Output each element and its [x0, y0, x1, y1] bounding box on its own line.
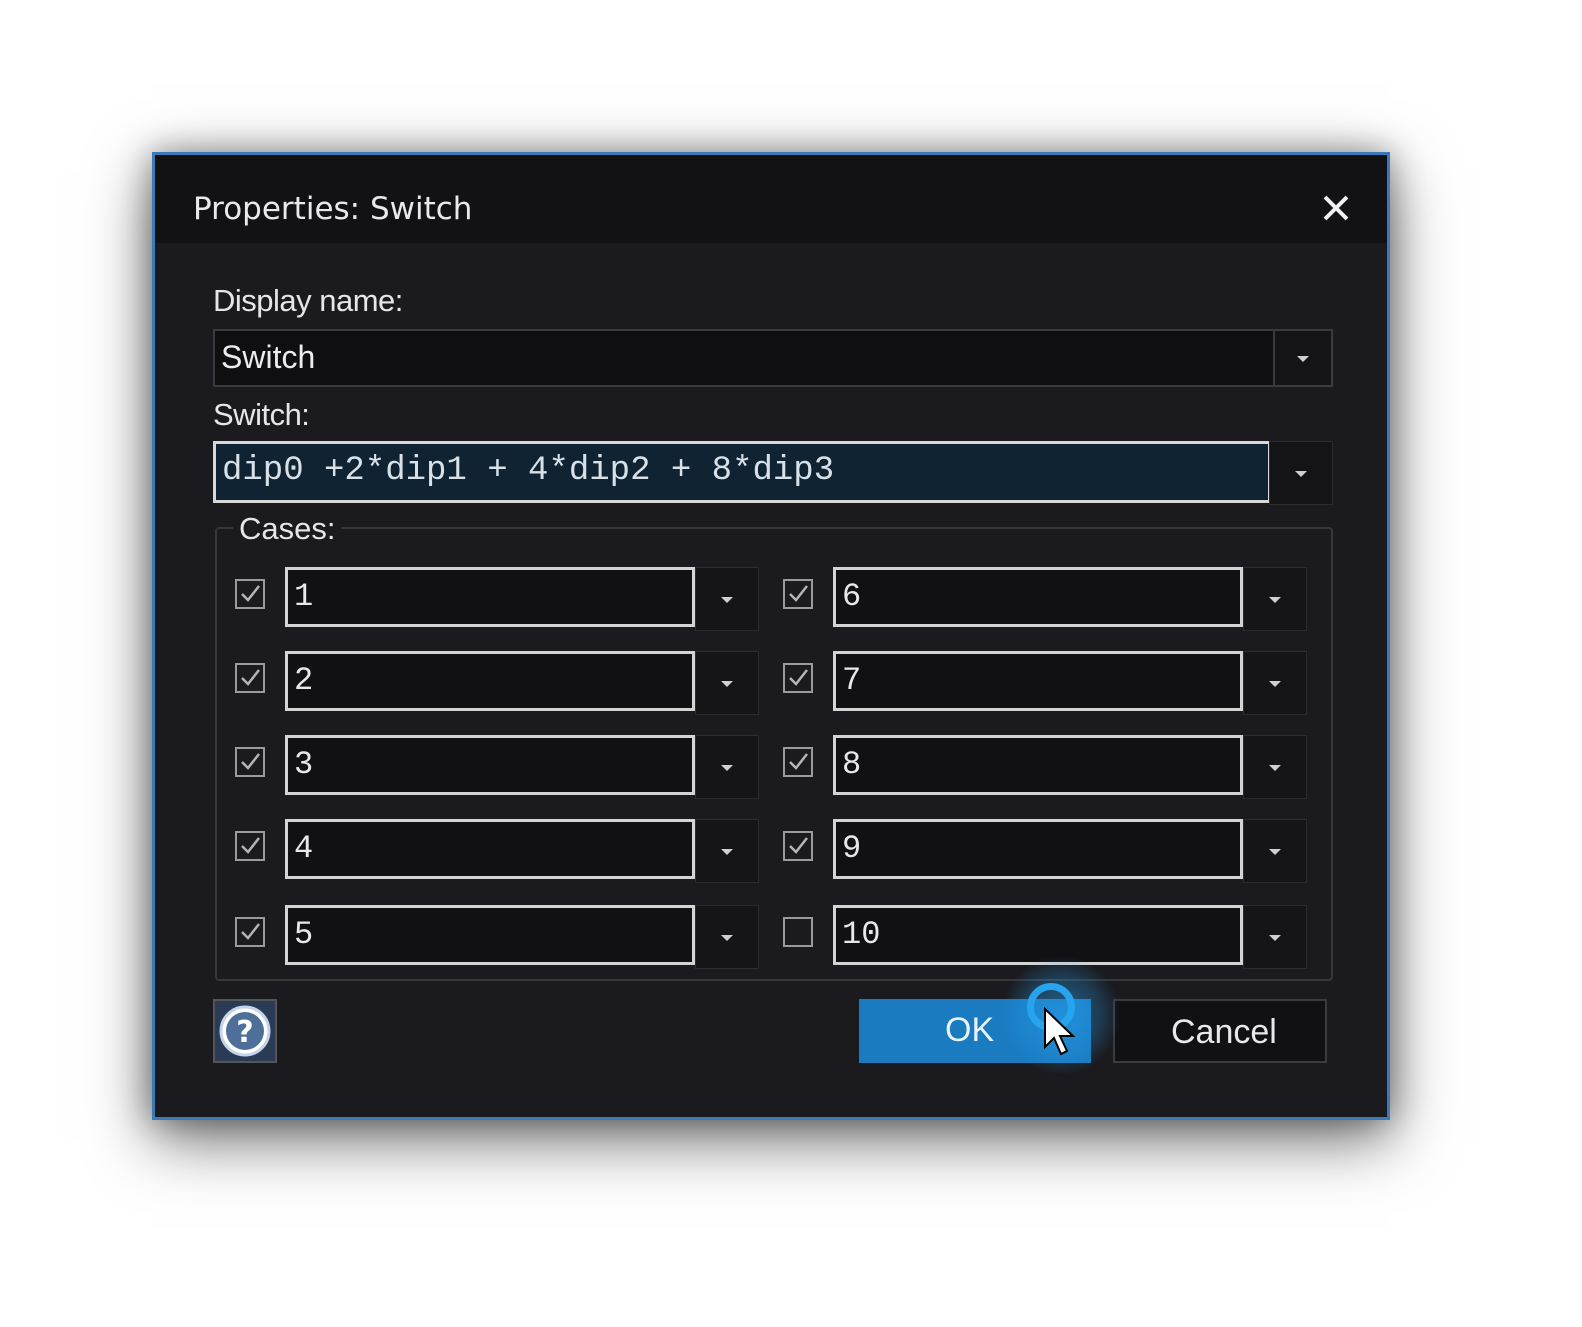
case-dropdown-button[interactable] — [695, 567, 759, 631]
case-dropdown-button[interactable] — [695, 735, 759, 799]
case-dropdown-button[interactable] — [1243, 735, 1307, 799]
case-value-input[interactable]: 9 — [833, 819, 1243, 879]
switch-expression-input[interactable]: dip0 +2*dip1 + 4*dip2 + 8*dip3 — [213, 441, 1271, 503]
switch-label: Switch: — [213, 397, 310, 432]
case-value-input[interactable]: 10 — [833, 905, 1243, 965]
chevron-down-icon — [721, 597, 733, 603]
case-value: 9 — [842, 830, 862, 867]
case-value-input[interactable]: 4 — [285, 819, 695, 879]
case-dropdown-button[interactable] — [1243, 651, 1307, 715]
case-checkbox[interactable] — [783, 579, 813, 609]
case-dropdown-button[interactable] — [695, 651, 759, 715]
chevron-down-icon — [1269, 681, 1281, 687]
case-dropdown-button[interactable] — [1243, 819, 1307, 883]
case-value: 1 — [294, 578, 314, 615]
case-value: 2 — [294, 662, 314, 699]
chevron-down-icon — [1269, 935, 1281, 941]
case-value-input[interactable]: 8 — [833, 735, 1243, 795]
case-value: 3 — [294, 746, 314, 783]
cancel-button[interactable]: Cancel — [1113, 999, 1327, 1063]
checkmark-icon — [241, 837, 260, 854]
ok-button-label: OK — [945, 1011, 995, 1049]
case-value-input[interactable]: 7 — [833, 651, 1243, 711]
chevron-down-icon — [1269, 597, 1281, 603]
chevron-down-icon — [721, 681, 733, 687]
case-dropdown-button[interactable] — [1243, 567, 1307, 631]
switch-dropdown-button[interactable] — [1269, 441, 1333, 505]
display-name-dropdown-button[interactable] — [1273, 331, 1331, 385]
checkmark-icon — [789, 669, 808, 686]
case-value: 4 — [294, 830, 314, 867]
ok-button[interactable]: OK — [859, 999, 1091, 1063]
checkmark-icon — [789, 753, 808, 770]
help-icon: ? — [219, 1005, 271, 1057]
chevron-down-icon — [721, 765, 733, 771]
case-checkbox[interactable] — [783, 917, 813, 947]
dialog-title: Properties: Switch — [193, 191, 473, 227]
case-value-input[interactable]: 1 — [285, 567, 695, 627]
case-value: 8 — [842, 746, 862, 783]
checkmark-icon — [241, 585, 260, 602]
checkmark-icon — [241, 753, 260, 770]
case-checkbox[interactable] — [235, 579, 265, 609]
switch-expression-value: dip0 +2*dip1 + 4*dip2 + 8*dip3 — [222, 452, 835, 490]
display-name-value: Switch — [221, 339, 316, 375]
case-value-input[interactable]: 5 — [285, 905, 695, 965]
cancel-button-label: Cancel — [1171, 1013, 1277, 1051]
chevron-down-icon — [1295, 471, 1307, 477]
chevron-down-icon — [1269, 765, 1281, 771]
case-checkbox[interactable] — [235, 747, 265, 777]
chevron-down-icon — [721, 935, 733, 941]
case-value-input[interactable]: 6 — [833, 567, 1243, 627]
display-name-combo[interactable]: Switch — [213, 329, 1333, 387]
help-button[interactable]: ? — [213, 999, 277, 1063]
case-value: 6 — [842, 578, 862, 615]
display-name-label: Display name: — [213, 283, 403, 318]
svg-text:?: ? — [236, 1015, 253, 1050]
case-value-input[interactable]: 3 — [285, 735, 695, 795]
close-icon[interactable] — [1319, 191, 1353, 225]
case-dropdown-button[interactable] — [695, 819, 759, 883]
case-value: 7 — [842, 662, 862, 699]
checkmark-icon — [241, 669, 260, 686]
case-value: 5 — [294, 916, 314, 953]
case-checkbox[interactable] — [235, 831, 265, 861]
cases-label: Cases: — [233, 511, 342, 547]
case-checkbox[interactable] — [783, 831, 813, 861]
chevron-down-icon — [721, 849, 733, 855]
case-checkbox[interactable] — [235, 663, 265, 693]
properties-dialog: Properties: Switch Display name: Switch … — [152, 152, 1390, 1120]
chevron-down-icon — [1297, 356, 1309, 362]
checkmark-icon — [789, 837, 808, 854]
case-dropdown-button[interactable] — [695, 905, 759, 969]
case-checkbox[interactable] — [783, 663, 813, 693]
case-checkbox[interactable] — [783, 747, 813, 777]
case-checkbox[interactable] — [235, 917, 265, 947]
case-value-input[interactable]: 2 — [285, 651, 695, 711]
chevron-down-icon — [1269, 849, 1281, 855]
title-bar: Properties: Switch — [155, 155, 1387, 243]
case-value: 10 — [842, 916, 881, 953]
checkmark-icon — [241, 923, 260, 940]
case-dropdown-button[interactable] — [1243, 905, 1307, 969]
checkmark-icon — [789, 585, 808, 602]
